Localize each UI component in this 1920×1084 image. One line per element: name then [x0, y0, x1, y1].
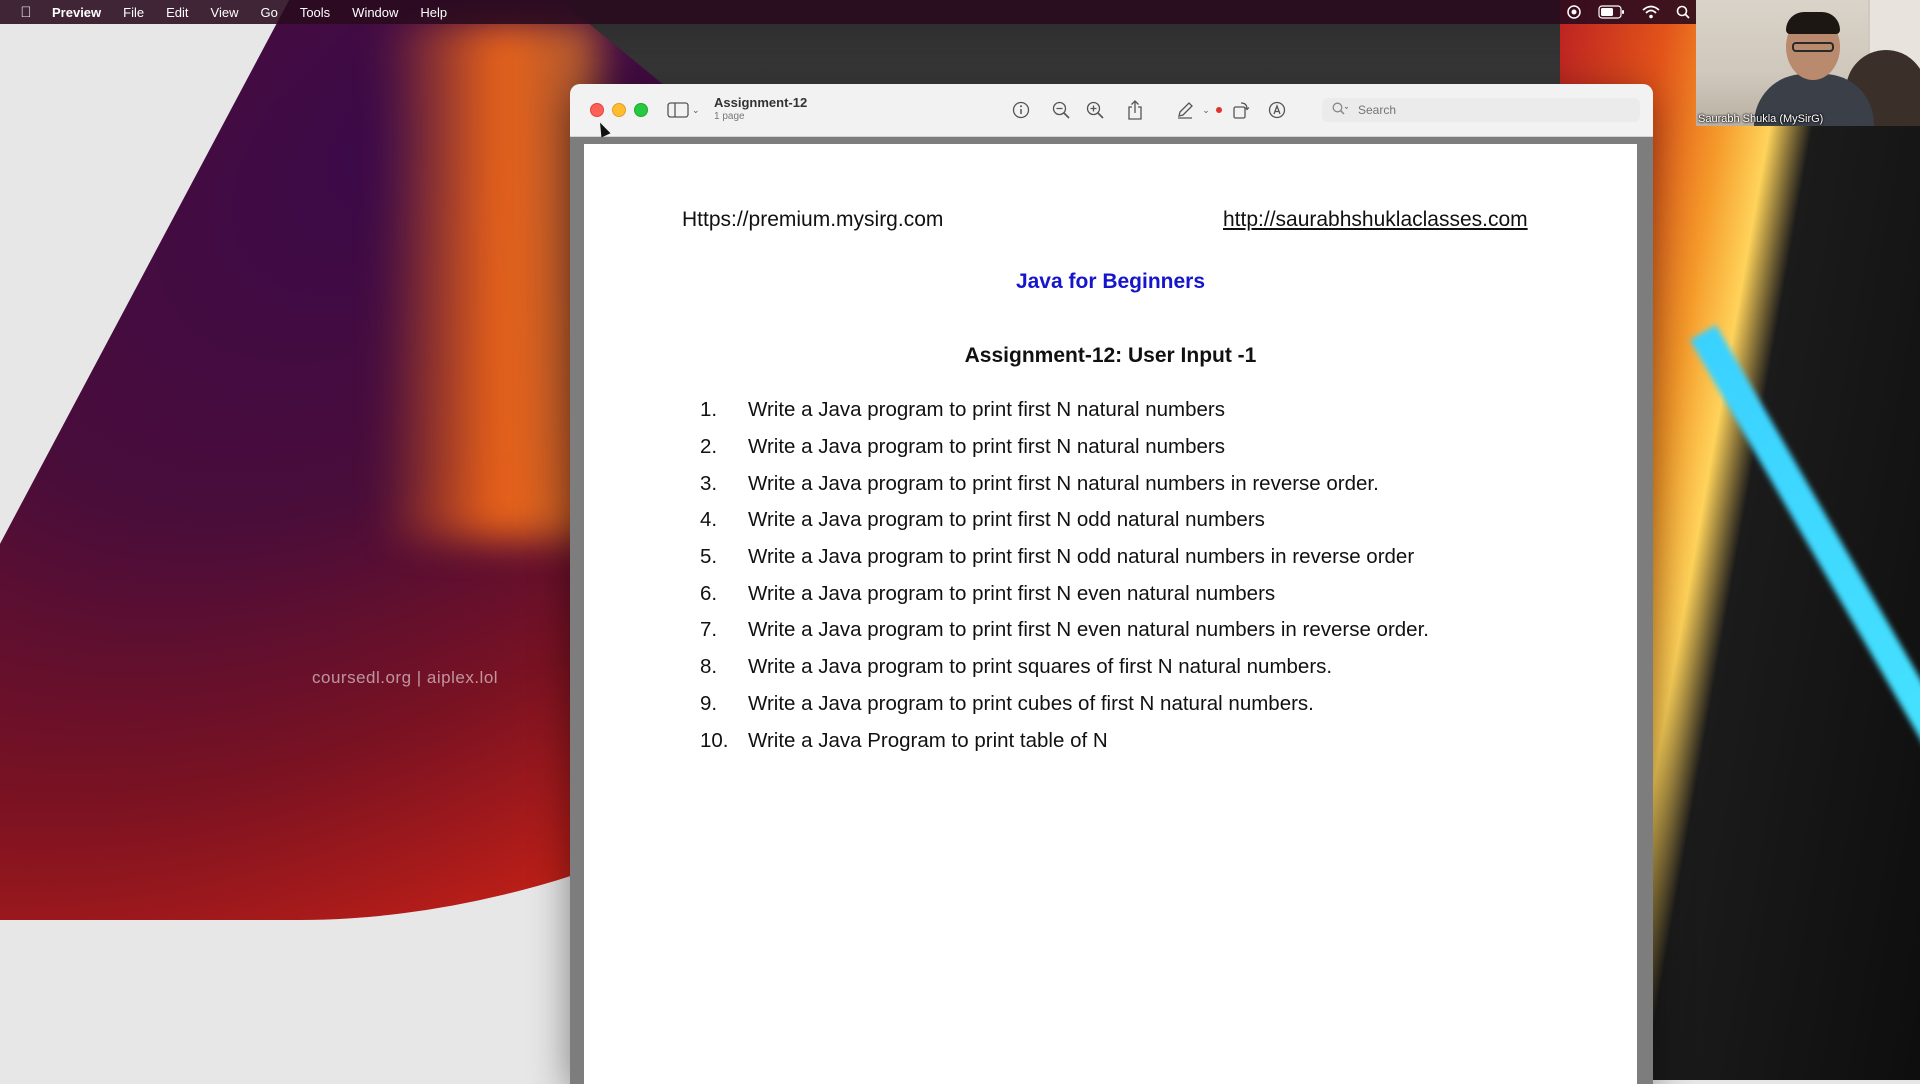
premium-link[interactable]: Https://premium.mysirg.com [682, 208, 943, 232]
menu-window[interactable]: Window [352, 5, 398, 20]
question-list: 1. Write a Java program to print first N … [688, 392, 1429, 759]
menu-bar:  Preview File Edit View Go Tools Window… [0, 0, 1920, 24]
question-item: 10. Write a Java Program to print table o… [688, 722, 1429, 759]
question-number: 10. [700, 728, 729, 752]
wallpaper-glow [380, 20, 600, 540]
annotate-icon[interactable] [1266, 99, 1288, 121]
menu-go[interactable]: Go [260, 5, 277, 20]
wifi-icon[interactable] [1642, 0, 1660, 24]
question-text: Write a Java program to print first N ev… [748, 581, 1276, 605]
chevron-down-icon: ⌄ [692, 104, 700, 115]
menu-tools[interactable]: Tools [300, 5, 330, 20]
search-icon [1332, 102, 1349, 119]
course-title: Java for Beginners [1015, 270, 1206, 293]
question-item: 6. Write a Java program to print first N … [688, 575, 1429, 612]
document-page-count: 1 page [714, 111, 745, 122]
question-text: Write a Java program to print first N na… [748, 398, 1225, 422]
question-number: 1. [700, 398, 718, 422]
traffic-lights [590, 103, 648, 117]
pdf-page: Https://premium.mysirg.com http://saurab… [584, 144, 1637, 1084]
battery-icon[interactable] [1598, 0, 1626, 24]
search-input[interactable] [1356, 102, 1620, 118]
webcam-person-hair [1786, 12, 1840, 34]
question-text: Write a Java program to print first N na… [748, 435, 1225, 459]
record-dot-icon [1214, 99, 1224, 121]
question-item: 1. Write a Java program to print first N … [688, 392, 1429, 429]
classes-link[interactable]: http://saurabhshuklaclasses.com [1223, 208, 1528, 232]
question-item: 9. Write a Java program to print cubes of… [688, 686, 1429, 723]
webcam-overlay: Saurabh Shukla (MySirG) [1696, 0, 1920, 126]
watermark-text: coursedl.org | aiplex.lol [312, 668, 499, 687]
share-icon[interactable] [1124, 99, 1146, 121]
question-number: 5. [700, 545, 718, 569]
question-text: Write a Java program to print first N od… [748, 545, 1415, 569]
minimize-button[interactable] [612, 103, 626, 117]
question-text: Write a Java program to print cubes of f… [748, 691, 1314, 715]
spotlight-search-icon[interactable] [1676, 0, 1690, 24]
question-text: Write a Java Program to print table of N [748, 728, 1108, 752]
sidebar-toggle-button[interactable]: ⌄ [667, 99, 701, 121]
question-number: 4. [700, 508, 718, 532]
menu-file[interactable]: File [123, 5, 144, 20]
question-number: 6. [700, 581, 718, 605]
assignment-title: Assignment-12: User Input -1 [964, 344, 1257, 367]
info-icon[interactable] [1010, 99, 1032, 121]
question-item: 4. Write a Java program to print first N … [688, 502, 1429, 539]
question-number: 9. [700, 691, 718, 715]
menu-view[interactable]: View [211, 5, 239, 20]
screen-record-icon[interactable] [1566, 0, 1582, 24]
rotate-icon[interactable] [1230, 99, 1252, 121]
menu-help[interactable]: Help [420, 5, 447, 20]
webcam-name-label: Saurabh Shukla (MySirG) [1698, 113, 1824, 125]
menu-edit[interactable]: Edit [166, 5, 188, 20]
window-titlebar[interactable]: ⌄ Assignment-12 1 page ⌄ [570, 84, 1653, 137]
apple-icon[interactable]:  [0, 4, 52, 21]
markup-chevron-icon[interactable]: ⌄ [1200, 99, 1212, 121]
zoom-in-icon[interactable] [1084, 99, 1106, 121]
zoom-out-icon[interactable] [1050, 99, 1072, 121]
menu-app-name[interactable]: Preview [52, 5, 101, 20]
markup-pen-icon[interactable] [1174, 99, 1196, 121]
question-number: 7. [700, 618, 718, 642]
question-number: 3. [700, 471, 718, 495]
question-item: 5. Write a Java program to print first N … [688, 539, 1429, 576]
question-number: 8. [700, 655, 718, 679]
webcam-person-glasses [1792, 42, 1834, 52]
sidebar-icon [667, 102, 689, 118]
close-button[interactable] [590, 103, 604, 117]
question-text: Write a Java program to print squares of… [748, 655, 1333, 679]
preview-window: ⌄ Assignment-12 1 page ⌄ Search Https://… [570, 84, 1653, 1084]
question-item: 7. Write a Java program to print first N … [688, 612, 1429, 649]
zoom-button[interactable] [634, 103, 648, 117]
question-item: 3. Write a Java program to print first N … [688, 465, 1429, 502]
question-number: 2. [700, 435, 718, 459]
question-text: Write a Java program to print first N ev… [748, 618, 1429, 642]
question-item: 8. Write a Java program to print squares … [688, 649, 1429, 686]
question-text: Write a Java program to print first N od… [748, 508, 1265, 532]
question-item: 2. Write a Java program to print first N … [688, 429, 1429, 466]
document-title: Assignment-12 [714, 95, 808, 110]
search-field[interactable] [1322, 98, 1640, 122]
question-text: Write a Java program to print first N na… [748, 471, 1379, 495]
